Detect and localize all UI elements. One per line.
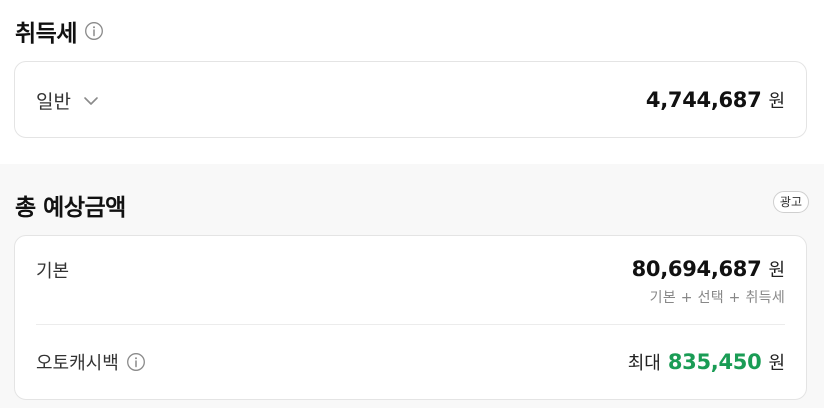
auto-cashback-amount: 최대 835,450 원: [628, 349, 785, 375]
acquisition-tax-card: 일반 4,744,687 원: [14, 61, 807, 138]
tax-type-label: 일반: [36, 91, 71, 113]
total-estimate-title: 총 예상금액: [15, 195, 126, 221]
auto-cashback-label-row: 오토캐시백: [36, 349, 146, 375]
base-price-label: 기본: [36, 261, 70, 282]
acquisition-tax-value: 4,744,687: [645, 88, 762, 112]
tax-type-dropdown[interactable]: 일반: [36, 87, 99, 114]
base-price-amount: 80,694,687 원: [632, 256, 785, 282]
chevron-down-icon: [83, 93, 99, 109]
total-estimate-card: 기본 80,694,687 원 기본 + 선택 + 취득세 오토캐시백 최대 8…: [14, 235, 807, 400]
total-estimate-header: 총 예상금액: [15, 188, 126, 222]
acquisition-tax-header: 취득세: [15, 14, 104, 48]
base-price-value: 80,694,687: [631, 257, 762, 281]
acquisition-tax-amount: 4,744,687 원: [646, 87, 785, 113]
acquisition-tax-title: 취득세: [15, 21, 77, 47]
info-circle-icon[interactable]: [84, 21, 104, 41]
base-price-breakdown-note: 기본 + 선택 + 취득세: [649, 290, 785, 306]
currency-unit: 원: [768, 260, 785, 281]
ad-badge[interactable]: 광고: [772, 191, 809, 213]
cashback-max-prefix: 최대: [627, 353, 661, 374]
cashback-value: 835,450: [667, 350, 762, 374]
currency-unit: 원: [768, 91, 785, 112]
currency-unit: 원: [768, 353, 785, 374]
divider: [36, 324, 785, 325]
acquisition-tax-section: 취득세 일반 4,744,687 원: [0, 0, 824, 164]
auto-cashback-label: 오토캐시백: [36, 353, 119, 374]
info-circle-icon[interactable]: [126, 352, 146, 372]
